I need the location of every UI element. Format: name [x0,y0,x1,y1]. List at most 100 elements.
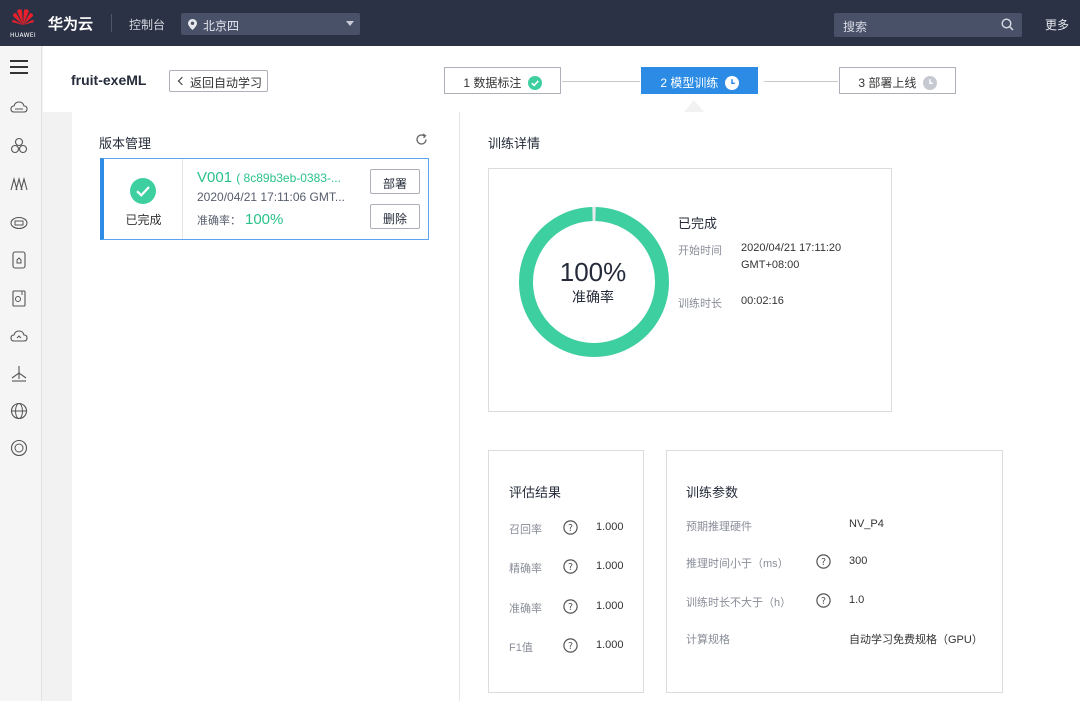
accuracy-card: 100% 准确率 已完成 开始时间 2020/04/21 17:11:20 GMT… [488,168,892,412]
database-icon[interactable] [9,288,29,308]
training-status: 已完成 [678,216,718,231]
console-link[interactable]: 控制台 [129,16,165,33]
param-label: 训练时长不大于（h） [686,597,792,609]
active-step-pointer [684,100,704,112]
help-icon[interactable]: ? [563,599,578,614]
step-deploy[interactable]: 3 部署上线 [839,67,956,94]
training-details-title: 训练详情 [488,136,541,151]
version-id: ( 8c89b3eb-0383-... [236,171,341,185]
check-circle-icon [527,76,542,90]
panel-divider [459,112,460,701]
start-time-value: 2020/04/21 17:11:20 GMT+08:00 [741,240,841,274]
donut-center-value: 100% [559,257,627,287]
search-icon[interactable] [1001,18,1014,31]
training-params-card: 训练参数 预期推理硬件 NV_P4 推理时间小于（ms） ? 300 训练时长不… [666,450,1003,693]
ip-icon[interactable] [9,438,29,458]
page-title: fruit-exeML [71,72,147,88]
eval-label: 准确率 [509,603,542,615]
step-label: 2 模型训练 [660,76,719,90]
param-value: 1.0 [849,594,865,606]
storage-icon[interactable] [9,250,29,270]
svg-text:?: ? [568,602,573,613]
eval-label: F1值 [509,642,533,654]
refresh-icon[interactable] [415,133,428,146]
help-icon[interactable]: ? [563,520,578,535]
param-value: 300 [849,555,868,567]
param-value: NV_P4 [849,518,884,530]
svg-text:?: ? [821,596,826,607]
param-label: 推理时间小于（ms） [686,558,789,570]
clock-icon [724,76,739,90]
delete-button[interactable]: 删除 [370,204,420,229]
eval-value: 1.000 [596,639,624,651]
step-connector [764,81,838,82]
evaluation-card: 评估结果 召回率 ? 1.000 精确率 ? 1.000 准确率 ? 1.000… [488,450,644,693]
start-time-line: 2020/04/21 17:11:20 [741,242,842,254]
eval-label: 精确率 [509,563,542,575]
cloud-icon[interactable] [9,98,29,118]
page-header: fruit-exeML 返回自动学习 1 数据标注 2 模型训练 3 部署上线 [43,46,1080,112]
menu-icon[interactable] [10,60,28,74]
more-menu[interactable]: 更多 [1045,16,1069,33]
top-navigation-bar: HUAWEI 华为云 控制台 北京四 搜索 更多 [0,0,1080,46]
search-input[interactable]: 搜索 [834,13,1022,37]
step-label: 1 数据标注 [463,76,522,90]
chevron-down-icon [346,21,354,26]
logo-text: HUAWEI [10,32,36,39]
param-value: 自动学习免费规格（GPU） [849,634,983,646]
brand-name[interactable]: 华为云 [48,13,93,34]
region-selector[interactable]: 北京四 [181,13,360,35]
help-icon[interactable]: ? [563,638,578,653]
clock-icon [922,76,937,90]
version-number: V001 [197,169,233,186]
cluster-icon[interactable] [9,136,29,156]
step-data-labeling[interactable]: 1 数据标注 [444,67,561,94]
back-button-label: 返回自动学习 [190,76,263,90]
eval-value: 1.000 [596,560,624,572]
network-icon[interactable] [9,364,29,384]
cloud-server-icon[interactable] [9,212,29,232]
divider [111,14,112,32]
ai-icon[interactable] [9,174,29,194]
cloud-upload-icon[interactable] [9,326,29,346]
version-accuracy: 准确率： 100% [197,211,283,228]
start-time-label: 开始时间 [678,245,722,257]
step-model-training[interactable]: 2 模型训练 [641,67,758,94]
evaluation-title: 评估结果 [509,485,562,500]
help-icon[interactable]: ? [816,554,831,569]
step-connector [562,81,640,82]
help-icon[interactable]: ? [816,593,831,608]
region-label: 北京四 [203,19,240,33]
duration-label: 训练时长 [678,298,722,310]
chevron-left-icon [177,76,187,86]
donut-center-label: 准确率 [572,289,614,305]
deploy-button[interactable]: 部署 [370,169,420,194]
location-pin-icon [188,19,197,30]
svg-text:?: ? [821,557,826,568]
start-time-line: GMT+08:00 [741,259,800,271]
svg-text:?: ? [568,641,573,652]
svg-text:?: ? [568,523,573,534]
version-name[interactable]: V001 ( 8c89b3eb-0383-... [197,169,341,186]
training-params-title: 训练参数 [686,485,739,500]
eval-value: 1.000 [596,521,624,533]
help-icon[interactable]: ? [563,559,578,574]
status-text: 已完成 [125,213,162,227]
param-label: 预期推理硬件 [686,521,752,533]
huawei-petals-icon [12,9,34,25]
version-management-title: 版本管理 [99,136,152,151]
accuracy-value: 100% [245,211,284,228]
huawei-logo[interactable]: HUAWEI [6,6,40,40]
globe-icon[interactable] [9,401,29,421]
step-label: 3 部署上线 [858,76,917,90]
accuracy-label: 准确率： [197,215,241,227]
duration-value: 00:02:16 [741,295,784,307]
param-label: 计算规格 [686,634,730,646]
version-card[interactable]: 已完成 V001 ( 8c89b3eb-0383-... 2020/04/21 … [100,158,429,240]
back-button[interactable]: 返回自动学习 [169,70,268,92]
version-time: 2020/04/21 17:11:06 GMT... [197,190,345,204]
service-sidebar [0,46,42,701]
check-circle-icon [130,178,156,204]
search-placeholder: 搜索 [843,20,868,34]
svg-text:?: ? [568,562,573,573]
